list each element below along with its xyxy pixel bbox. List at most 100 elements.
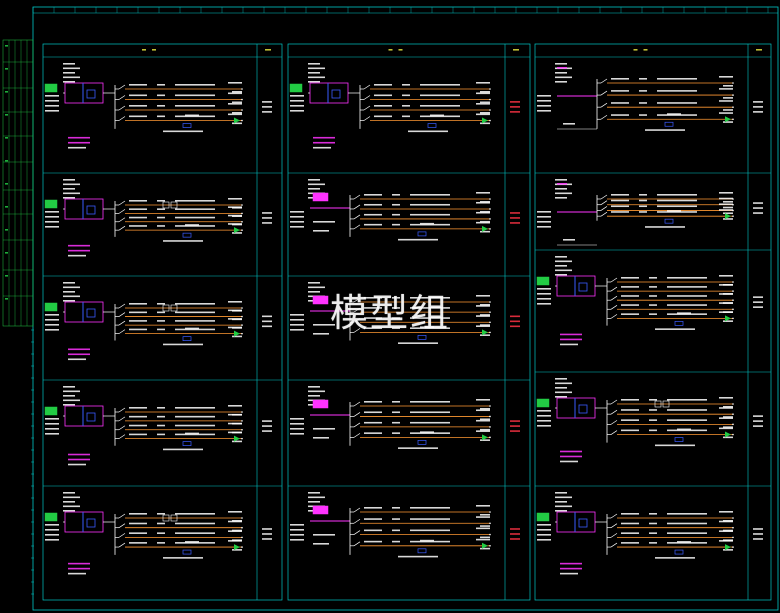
breaker-note: [313, 146, 331, 149]
contactor-label: [677, 541, 691, 543]
load-power: [232, 335, 242, 338]
branch-number: [649, 419, 657, 421]
contactor-coil: [664, 218, 674, 224]
contactor-label: [420, 431, 434, 433]
main-breaker-box: [309, 82, 349, 104]
remark-text: [510, 430, 520, 432]
switch-symbol: [610, 430, 618, 435]
contactor-coil: [182, 232, 192, 238]
switch-symbol: [118, 434, 126, 439]
breaker-label: [611, 90, 629, 92]
branch-number: [639, 199, 647, 202]
terminal-dot: [489, 228, 491, 230]
contactor-coil: [417, 231, 427, 237]
source-label: [63, 72, 75, 74]
load-name: [476, 113, 490, 116]
contactor-label: [667, 210, 681, 212]
header-text: [513, 49, 519, 51]
circuit-header-mark: [312, 505, 329, 515]
circuit-description: [290, 329, 304, 331]
source-label: [555, 81, 567, 83]
branch-circuit: [115, 318, 243, 329]
switch-symbol: [118, 200, 126, 206]
breaker-label: [364, 507, 382, 509]
control-note: [655, 444, 695, 447]
branch-circuit: [597, 100, 734, 111]
circuit-description: [290, 211, 304, 213]
cable-spec: [667, 286, 707, 288]
load-power: [232, 122, 242, 125]
source-label: [555, 496, 572, 499]
load-power: [480, 112, 490, 114]
load-power: [232, 91, 242, 93]
load-name: [719, 417, 733, 419]
remark-text: [262, 101, 272, 103]
remark-text: [262, 325, 272, 328]
breaker-label: [129, 513, 147, 515]
switch-symbol: [610, 542, 618, 548]
branch-number: [157, 320, 165, 322]
breaker-note: [68, 353, 90, 356]
switch-symbol: [118, 533, 126, 538]
switch-symbol: [600, 78, 608, 84]
breaker-label: [621, 295, 639, 297]
switch-symbol: [600, 200, 608, 206]
branch-number: [157, 225, 165, 227]
load-name: [476, 527, 490, 530]
cable-spec: [657, 205, 697, 208]
load-name: [228, 431, 242, 434]
branch-number: [649, 313, 657, 315]
header-text: [398, 49, 403, 51]
terminal-dot: [732, 290, 734, 292]
switch-symbol: [118, 320, 126, 326]
source-label: [63, 197, 75, 199]
load-name: [476, 92, 490, 95]
load-power: [480, 334, 490, 336]
load-name: [476, 538, 490, 541]
control-note: [398, 447, 438, 449]
load-name: [228, 530, 242, 532]
load-name: [228, 223, 242, 225]
circuit-header-mark: [312, 399, 329, 409]
remark-text: [753, 111, 763, 113]
load-power: [723, 121, 733, 123]
branch-number: [392, 401, 400, 403]
title-block-text: [5, 45, 8, 47]
load-name: [719, 88, 733, 90]
remark-text: [262, 528, 272, 530]
circuit-description: [537, 105, 551, 107]
load-name: [719, 407, 733, 409]
switch-symbol: [363, 116, 371, 121]
contactor-label: [420, 222, 434, 225]
remark-text: [753, 296, 763, 298]
source-label: [63, 81, 75, 83]
breaker-label: [129, 225, 147, 227]
terminal-dot: [241, 204, 243, 206]
branch-circuit: [115, 223, 243, 242]
switch-symbol: [118, 416, 126, 422]
terminal-dot: [489, 208, 491, 210]
load-power: [232, 112, 242, 114]
remark-text: [510, 111, 520, 113]
contactor-label: [185, 541, 199, 543]
circuit-description: [290, 319, 304, 321]
remark-text: [262, 106, 272, 108]
main-breaker-box: [556, 511, 596, 533]
circuit-description: [537, 293, 551, 295]
terminal-dot: [241, 212, 243, 215]
remark-text: [753, 101, 763, 103]
switch-symbol: [118, 329, 126, 334]
breaker-label: [621, 409, 639, 411]
terminal-dot: [489, 198, 491, 200]
control-note: [163, 557, 203, 559]
branch-number: [157, 407, 165, 409]
source-label: [63, 295, 80, 298]
load-power: [723, 97, 733, 99]
breaker-label: [621, 313, 639, 315]
title-block-text: [5, 137, 8, 139]
load-name: [476, 505, 490, 507]
cable-spec: [175, 320, 215, 322]
switch-symbol: [363, 95, 371, 100]
contactor-coil: [182, 336, 192, 341]
breaker-note: [68, 244, 90, 247]
